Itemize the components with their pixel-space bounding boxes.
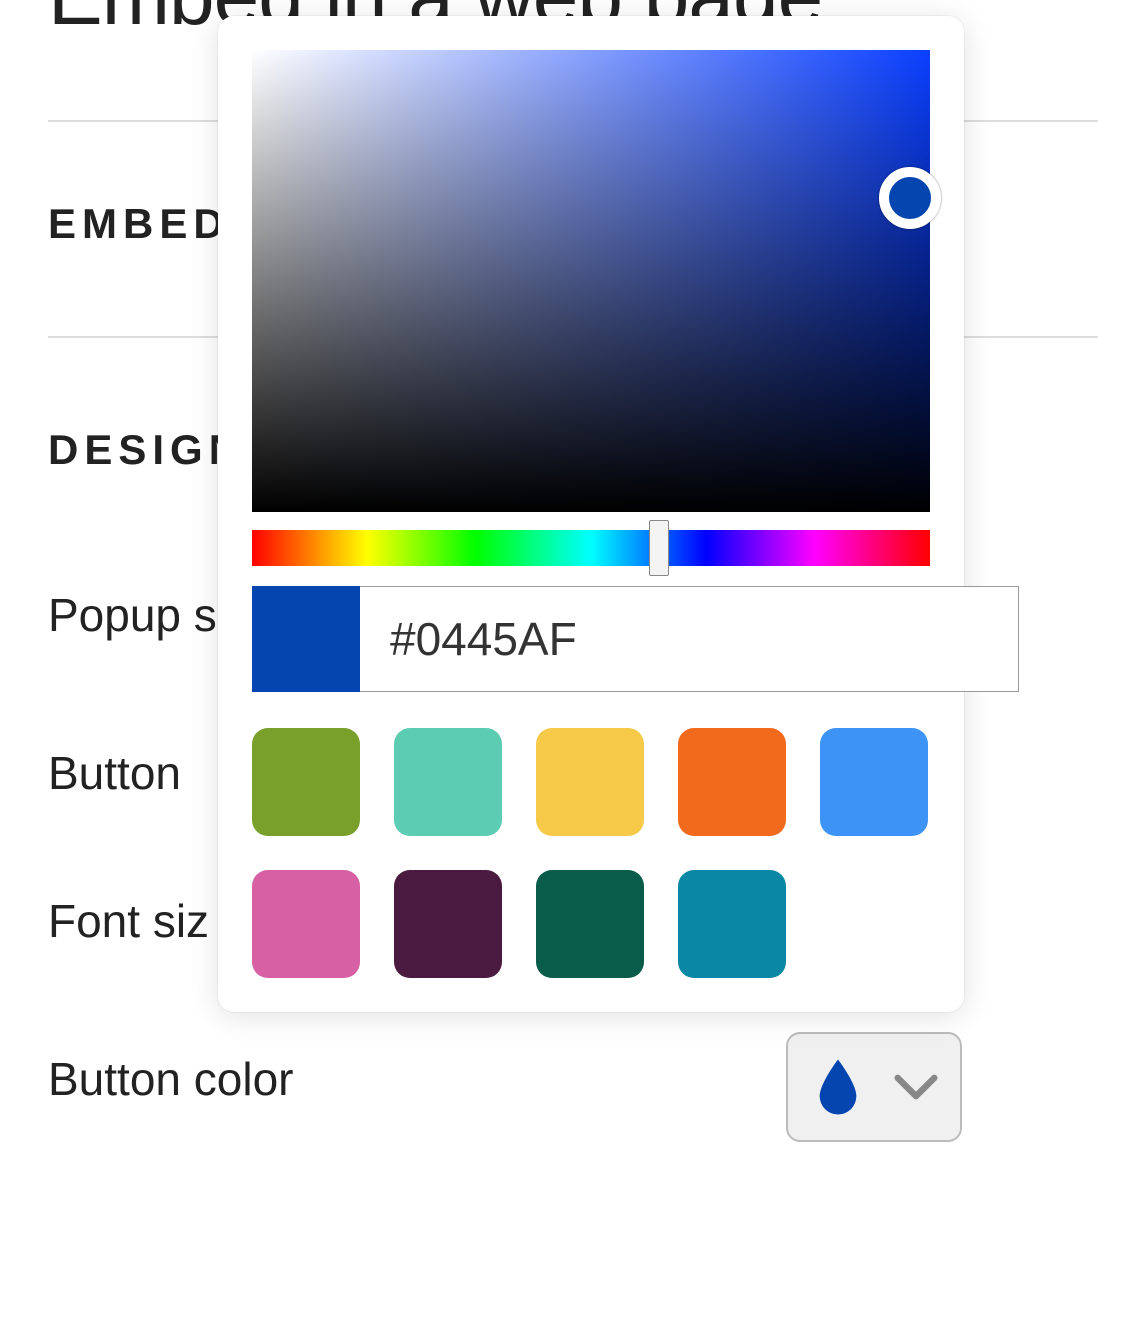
chevron-down-icon (894, 1073, 938, 1101)
drop-icon (816, 1059, 860, 1115)
sv-cursor[interactable] (879, 167, 941, 229)
field-label-popup-style: Popup s (48, 588, 217, 642)
field-label-button-text: Button (48, 746, 181, 800)
preset-swatch[interactable] (394, 728, 502, 836)
preset-swatch-grid (252, 728, 930, 978)
hex-input[interactable] (360, 586, 1019, 692)
button-color-dropdown[interactable] (786, 1032, 962, 1142)
preset-swatch[interactable] (394, 870, 502, 978)
current-color-swatch (252, 586, 360, 692)
field-label-button-color: Button color (48, 1052, 293, 1106)
preset-swatch[interactable] (536, 728, 644, 836)
color-picker-popover (218, 16, 964, 1012)
section-heading-design: DESIGN (48, 426, 245, 474)
preset-swatch[interactable] (678, 870, 786, 978)
section-heading-embed: EMBED (48, 200, 230, 248)
preset-swatch[interactable] (252, 728, 360, 836)
preset-swatch[interactable] (678, 728, 786, 836)
preset-swatch[interactable] (252, 870, 360, 978)
hue-thumb[interactable] (649, 520, 669, 576)
field-label-font-size: Font siz (48, 894, 209, 948)
sv-black-overlay (252, 50, 930, 512)
saturation-value-area[interactable] (252, 50, 930, 512)
preset-swatch[interactable] (536, 870, 644, 978)
preset-swatch[interactable] (820, 728, 928, 836)
hue-slider[interactable] (252, 530, 930, 566)
